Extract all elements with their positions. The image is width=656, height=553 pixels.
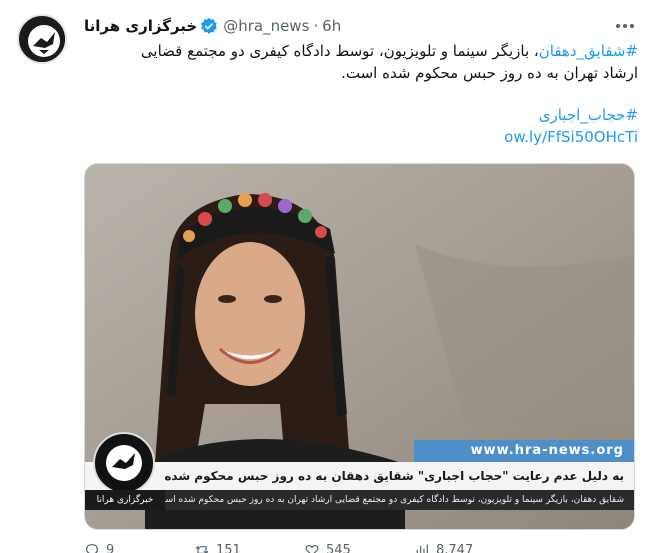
avatar-logo	[20, 17, 65, 62]
tweet-image[interactable]: www.hra-news.org به دلیل عدم رعایت "حجاب…	[84, 163, 635, 530]
views-icon	[416, 544, 428, 553]
display-name[interactable]: خبرگزاری هرانا	[84, 17, 197, 35]
like-icon	[305, 544, 319, 553]
reply-icon	[86, 544, 98, 553]
tweet[interactable]: خبرگزاری هرانا @hra_news · 6h #شقایق_دهق…	[0, 0, 656, 553]
hashtag-link[interactable]: #شقایق_دهقان	[539, 42, 638, 60]
handle[interactable]: @hra_news	[223, 17, 309, 35]
views-count: 8,747	[436, 542, 474, 553]
views-button[interactable]: 8,747	[414, 542, 524, 553]
tweet-text-line2: ارشاد تهران به ده روز حبس محکوم شده است.	[341, 64, 638, 82]
subline-banner: شقایق دهقان، بازیگر سینما و تلویزیون، تو…	[85, 490, 634, 510]
site-url-banner: www.hra-news.org	[414, 440, 634, 462]
headline-banner: به دلیل عدم رعایت "حجاب اجباری" شقایق ده…	[85, 462, 634, 490]
more-icon[interactable]	[612, 16, 638, 36]
tweet-header: خبرگزاری هرانا @hra_news · 6h	[84, 14, 341, 38]
avatar[interactable]	[17, 14, 67, 64]
separator-dot: ·	[313, 17, 319, 35]
like-button[interactable]: 545	[304, 542, 414, 553]
verified-badge-icon	[201, 17, 218, 34]
like-count: 545	[326, 542, 351, 553]
short-link[interactable]: ow.ly/FfSi50OHcTi	[504, 128, 638, 146]
tweet-actions: 9 151 545 8,747	[84, 540, 638, 553]
tweet-text: #شقایق_دهقان، بازیگر سینما و تلویزیون، ت…	[84, 40, 638, 84]
hashtag-link-2[interactable]: #حجاب_اجباری	[539, 106, 638, 124]
reply-button[interactable]: 9	[84, 542, 194, 553]
retweet-icon	[195, 545, 209, 553]
tweet-text-line1: ، بازیگر سینما و تلویزیون، توسط دادگاه ک…	[140, 42, 539, 60]
retweet-count: 151	[216, 542, 241, 553]
news-logo	[93, 432, 155, 494]
retweet-button[interactable]: 151	[194, 542, 304, 553]
timestamp[interactable]: 6h	[322, 17, 341, 35]
logo-caption: خبرگزاری هرانا	[85, 490, 165, 510]
reply-count: 9	[106, 542, 115, 553]
